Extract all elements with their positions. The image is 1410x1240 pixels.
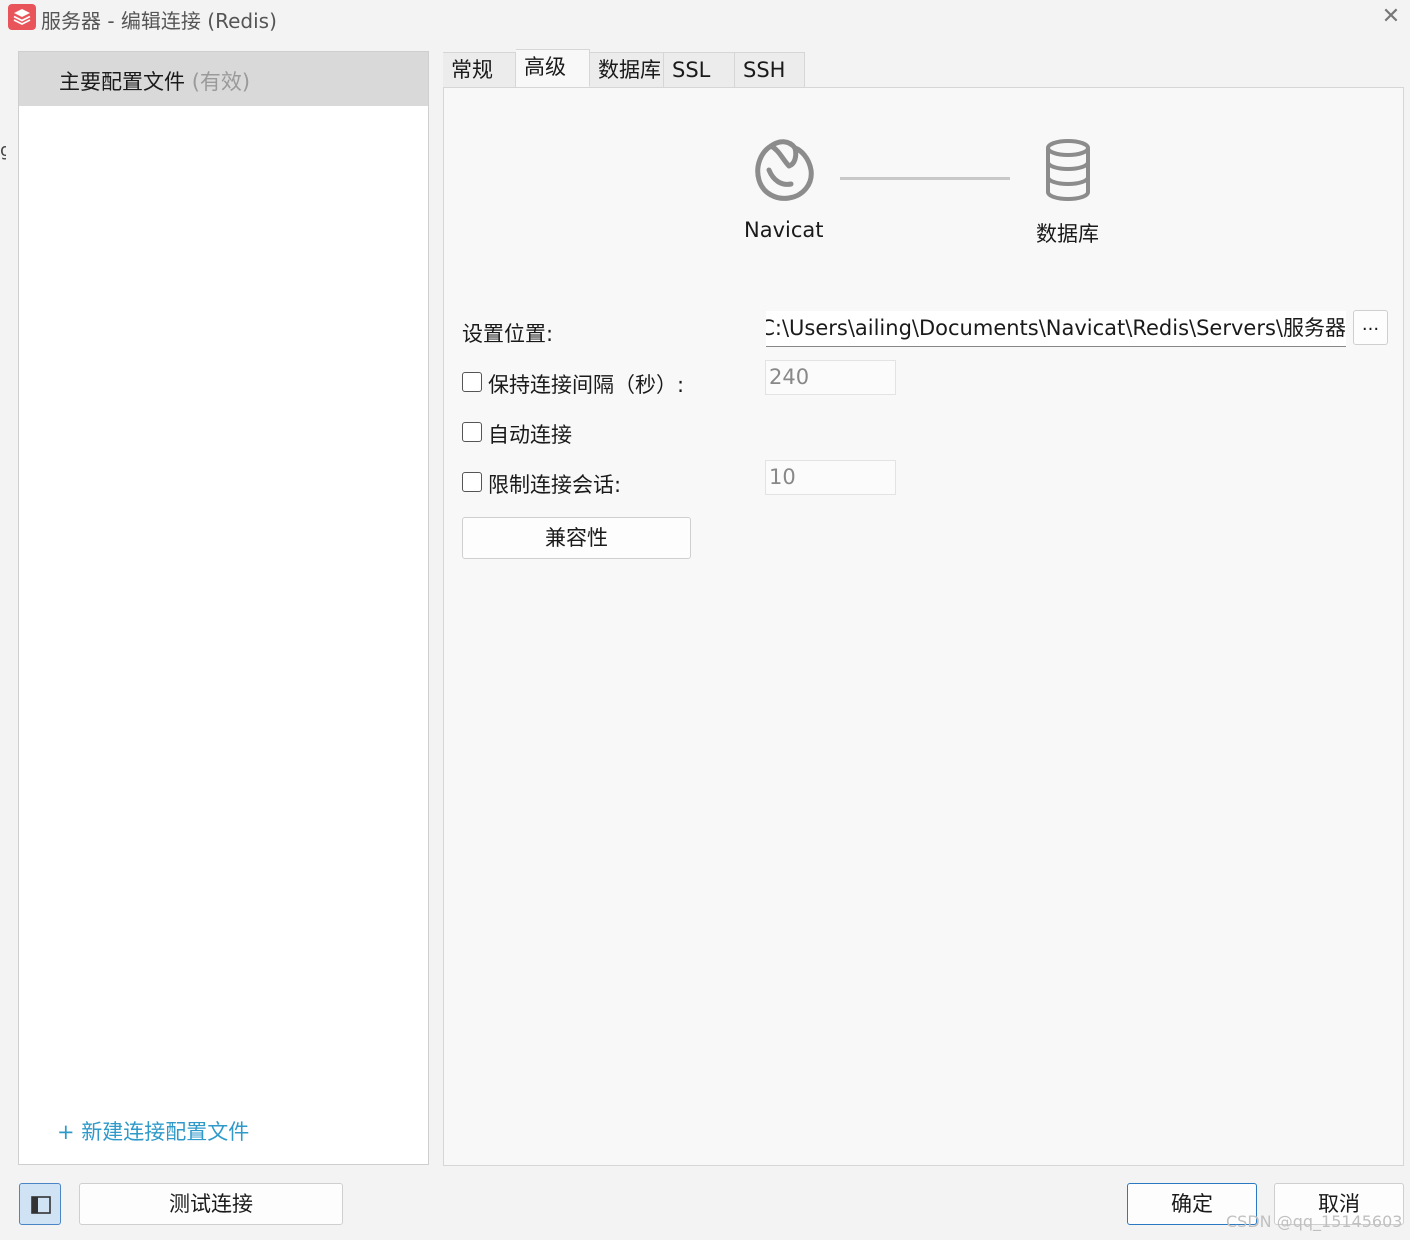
navicat-logo-icon xyxy=(755,139,814,201)
title-bar: 服务器 - 编辑连接 (Redis) ✕ xyxy=(0,0,1410,36)
auto-connect-label: 自动连接 xyxy=(488,423,572,447)
auto-connect-checkbox[interactable] xyxy=(462,422,482,442)
compatibility-button[interactable]: 兼容性 xyxy=(462,517,691,559)
csdn-watermark: CSDN @qq_15145603 xyxy=(1226,1212,1403,1231)
tab-ssh[interactable]: SSH xyxy=(735,52,805,87)
test-connection-button[interactable]: 测试连接 xyxy=(79,1183,343,1225)
keepalive-label: 保持连接间隔（秒）: xyxy=(488,373,685,397)
limit-sessions-checkbox[interactable] xyxy=(462,472,482,492)
connection-line xyxy=(840,177,1010,180)
limit-sessions-label: 限制连接会话: xyxy=(488,473,622,497)
keepalive-checkbox[interactable] xyxy=(462,372,482,392)
settings-location-label: 设置位置: xyxy=(462,322,554,346)
tab-database[interactable]: 数据库 xyxy=(590,52,664,87)
toggle-sidebar-button[interactable] xyxy=(19,1183,61,1225)
settings-location-input[interactable]: C:\Users\ailing\Documents\Navicat\Redis\… xyxy=(766,311,1346,347)
profile-status: (有效) xyxy=(191,70,251,94)
diagram-navicat-label: Navicat xyxy=(744,218,824,242)
tab-general[interactable]: 常规 xyxy=(443,52,516,87)
limit-sessions-input[interactable]: 10 xyxy=(765,460,896,495)
sidebar-toggle-icon xyxy=(31,1196,51,1214)
profile-name: 主要配置文件 xyxy=(59,70,185,94)
diagram-database-label: 数据库 xyxy=(1036,222,1099,246)
new-profile-link[interactable]: + 新建连接配置文件 xyxy=(57,1116,249,1146)
keepalive-interval-input[interactable]: 240 xyxy=(765,360,896,395)
background-window-edge: g xyxy=(0,140,6,161)
profile-list-panel: 主要配置文件 (有效) + 新建连接配置文件 xyxy=(18,51,429,1165)
tab-ssl[interactable]: SSL xyxy=(664,52,735,87)
navicat-redis-app-icon xyxy=(8,4,36,30)
window-title: 服务器 - 编辑连接 (Redis) xyxy=(41,9,277,33)
profile-item-main[interactable]: 主要配置文件 (有效) xyxy=(19,52,428,106)
database-icon xyxy=(1046,139,1090,202)
settings-location-value: C:\Users\ailing\Documents\Navicat\Redis\… xyxy=(766,316,1346,340)
close-icon[interactable]: ✕ xyxy=(1378,4,1404,30)
advanced-tab-panel: Navicat 数据库 设置位置: C:\Users\ailing\Docume… xyxy=(443,87,1404,1166)
browse-button[interactable]: ... xyxy=(1353,310,1388,345)
tab-advanced[interactable]: 高级 xyxy=(516,49,590,87)
